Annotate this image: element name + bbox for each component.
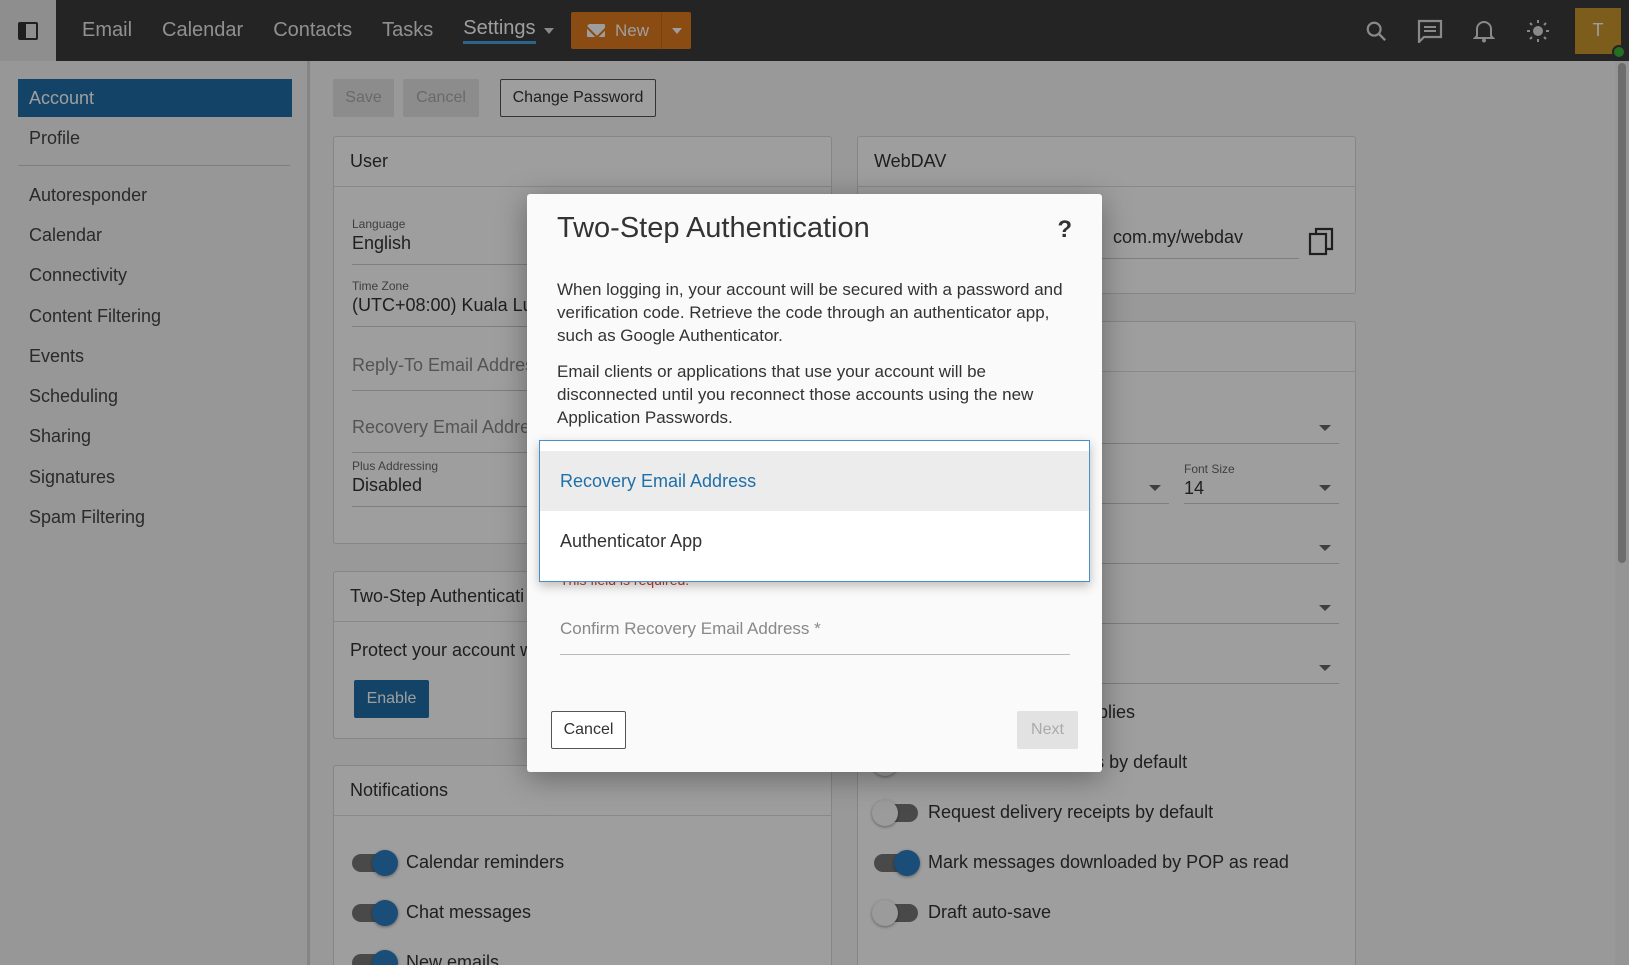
option-authenticator-app[interactable]: Authenticator App <box>540 511 1089 571</box>
dialog-next-button[interactable]: Next <box>1017 711 1078 749</box>
confirm-recovery-email-input[interactable]: Confirm Recovery Email Address * <box>560 619 1070 655</box>
help-icon[interactable]: ? <box>1057 216 1072 244</box>
verification-method-dropdown[interactable]: Recovery Email Address Authenticator App <box>539 440 1090 582</box>
dialog-description-1: When logging in, your account will be se… <box>557 280 1063 345</box>
dialog-title: Two-Step Authentication <box>557 212 870 244</box>
two-step-dialog: Two-Step Authentication ? When logging i… <box>527 194 1102 772</box>
dialog-cancel-button[interactable]: Cancel <box>551 711 626 749</box>
dialog-description-2: Email clients or applications that use y… <box>557 362 1034 427</box>
confirm-recovery-email-placeholder: Confirm Recovery Email Address * <box>560 619 821 638</box>
option-recovery-email[interactable]: Recovery Email Address <box>540 451 1089 511</box>
